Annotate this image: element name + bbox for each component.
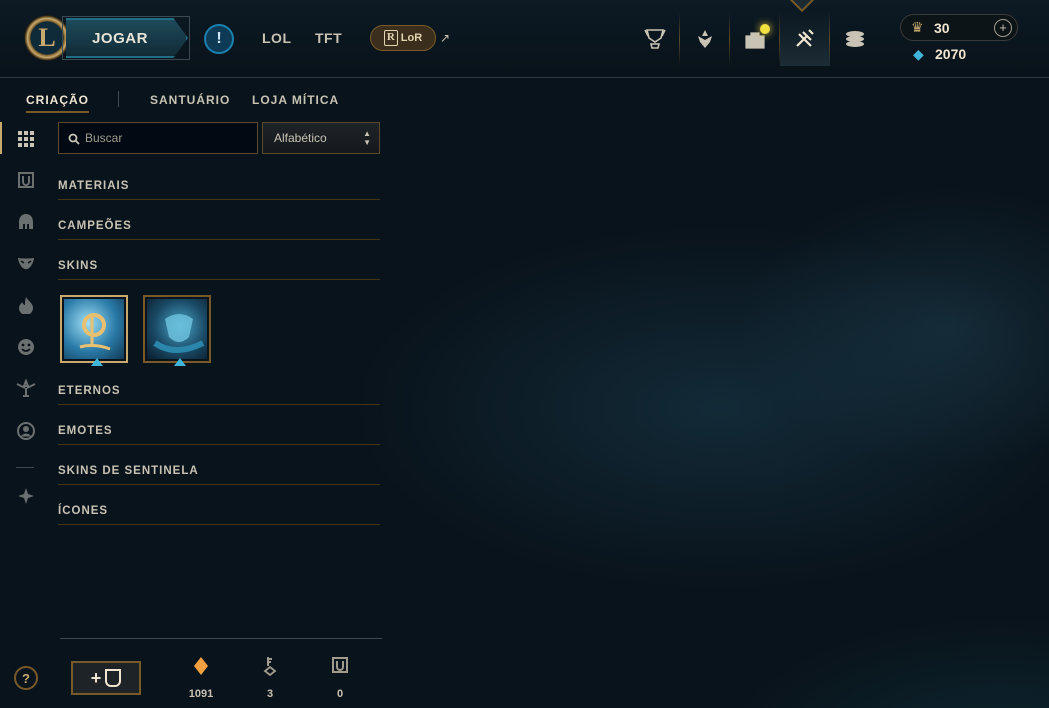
category-icons[interactable]: ÍCONES	[58, 505, 380, 525]
ward-icon[interactable]	[8, 371, 44, 405]
tab-mythic-shop[interactable]: LOJA MÍTICA	[252, 93, 339, 107]
emote-icon[interactable]	[8, 330, 44, 364]
all-icon[interactable]	[8, 122, 44, 156]
chest-icon[interactable]	[8, 163, 44, 197]
trophy-icon[interactable]	[630, 12, 680, 66]
category-materials[interactable]: MATERIAIS	[58, 180, 380, 200]
search-box[interactable]	[58, 122, 258, 154]
nav-lol[interactable]: LOL	[262, 30, 292, 46]
skin-shard-gem-icon	[174, 358, 186, 366]
plus-icon: +	[90, 667, 102, 688]
add-rp-button[interactable]: +	[994, 19, 1012, 37]
lor-button[interactable]: R LoR	[370, 25, 436, 51]
sidebar-active-indicator	[0, 122, 2, 154]
nav-tft[interactable]: TFT	[315, 30, 342, 46]
orange-essence-value: 1091	[188, 688, 214, 700]
rp-icon: ♛	[911, 19, 924, 35]
rp-wallet[interactable]: ♛ 30 +	[900, 14, 1018, 41]
external-link-icon: ↗	[440, 31, 451, 45]
keys-value: 3	[266, 688, 274, 700]
chests-value: 0	[336, 688, 344, 700]
skin-shard-2[interactable]	[143, 295, 211, 366]
orange-essence-icon	[189, 656, 213, 681]
chest-count-icon	[328, 656, 352, 679]
summoner-icon[interactable]	[8, 414, 44, 448]
category-eternals[interactable]: ETERNOS	[58, 385, 380, 405]
chest-icon	[105, 669, 122, 687]
skin-shard-1[interactable]	[60, 295, 128, 366]
key-icon	[258, 656, 282, 681]
sort-dropdown[interactable]: Alfabético ▲ ▼	[262, 122, 380, 154]
skin-icon[interactable]	[8, 246, 44, 280]
champion-icon[interactable]	[8, 205, 44, 239]
bottom-divider	[60, 638, 382, 639]
skin-shard-gem-icon	[91, 358, 103, 366]
blue-essence-value: 2070	[935, 46, 967, 62]
blue-essence-icon: ◆	[913, 46, 924, 62]
sort-value: Alfabético	[274, 131, 327, 145]
loot-icon[interactable]	[780, 12, 830, 66]
logo-letter: L	[38, 23, 56, 52]
top-nav-icons	[630, 12, 880, 66]
sort-chevrons-icon: ▲ ▼	[363, 129, 371, 147]
tab-sanctuary[interactable]: SANTUÁRIO	[150, 93, 230, 107]
search-input[interactable]	[85, 129, 250, 147]
collection-coins-icon[interactable]	[830, 12, 880, 66]
category-ward-skins[interactable]: SKINS DE SENTINELA	[58, 465, 380, 485]
ranked-icon[interactable]	[680, 12, 730, 66]
rp-value: 30	[934, 20, 950, 36]
eternals-icon[interactable]	[8, 288, 44, 322]
lor-icon: R	[383, 30, 398, 46]
craft-chest-button[interactable]: +	[71, 661, 141, 695]
store-icon[interactable]	[730, 12, 780, 66]
sidebar-divider	[16, 467, 34, 468]
category-skins[interactable]: SKINS	[58, 260, 380, 280]
play-button[interactable]: JOGAR	[66, 18, 188, 58]
alert-icon[interactable]: !	[204, 24, 234, 54]
notification-dot	[760, 24, 770, 34]
help-button[interactable]: ?	[14, 666, 38, 690]
skin-art	[64, 299, 124, 359]
category-champions[interactable]: CAMPEÕES	[58, 220, 380, 240]
lor-label: LoR	[400, 32, 423, 44]
search-icon	[68, 133, 80, 145]
tab-separator	[118, 91, 119, 107]
skin-art	[147, 299, 207, 359]
tft-icon[interactable]	[8, 479, 44, 513]
category-emotes[interactable]: EMOTES	[58, 425, 380, 445]
tab-crafting[interactable]: CRIAÇÃO	[26, 93, 89, 113]
